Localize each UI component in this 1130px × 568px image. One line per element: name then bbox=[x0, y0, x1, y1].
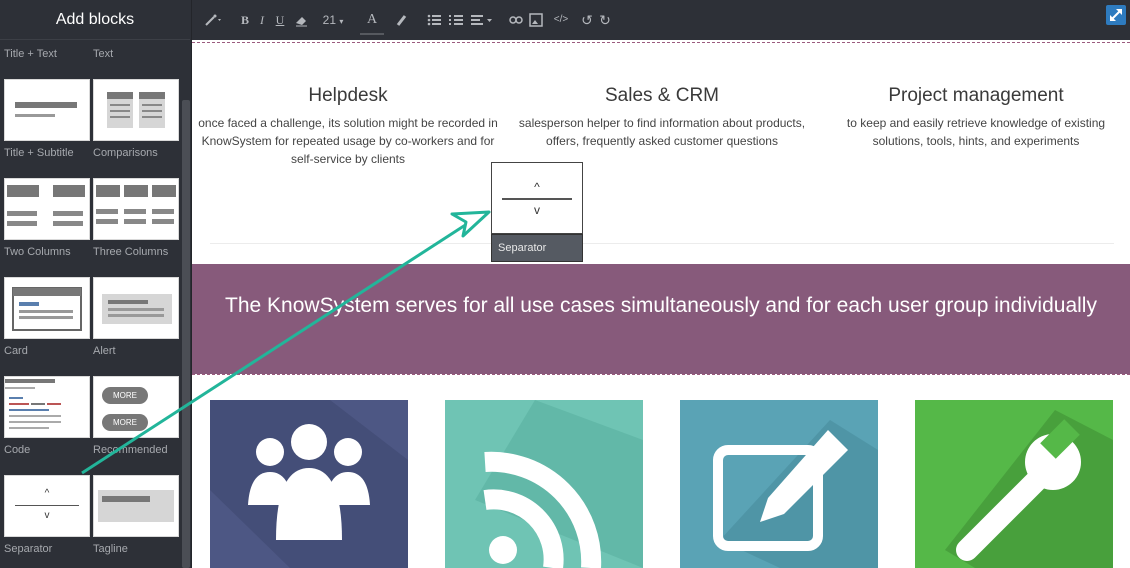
block-label-tagline: Tagline bbox=[93, 543, 128, 555]
editor-toolbar: B I U 21 ▾ A </> ↺ ↻ bbox=[192, 0, 1130, 40]
tagline-banner[interactable]: The KnowSystem serves for all use cases … bbox=[192, 264, 1130, 374]
feature-title[interactable]: Sales & CRM bbox=[512, 84, 812, 110]
block-alert[interactable] bbox=[93, 277, 179, 339]
image-icon[interactable] bbox=[528, 11, 544, 29]
eraser-icon[interactable] bbox=[293, 11, 309, 29]
more-button-preview: MORE bbox=[102, 414, 148, 431]
block-label-text: Text bbox=[93, 48, 114, 60]
feature-column: Helpdesk once faced a challenge, its sol… bbox=[198, 84, 498, 168]
separator-line bbox=[15, 505, 79, 506]
sidebar-scrollbar[interactable] bbox=[182, 100, 190, 568]
drop-zone-border bbox=[192, 42, 1130, 43]
expand-icon[interactable] bbox=[1106, 5, 1126, 25]
block-label-card: Card bbox=[4, 345, 28, 357]
feature-title[interactable]: Helpdesk bbox=[198, 84, 498, 110]
align-icon[interactable] bbox=[470, 11, 496, 29]
numbered-list-icon[interactable] bbox=[448, 11, 464, 29]
block-label-title-text: Title + Text bbox=[4, 48, 57, 60]
wrench-icon[interactable] bbox=[915, 400, 1113, 568]
paint-brush-icon[interactable] bbox=[394, 11, 410, 29]
drag-preview-thumbnail: ^ v bbox=[491, 162, 583, 234]
block-label-separator: Separator bbox=[4, 543, 53, 555]
rss-feed-icon[interactable] bbox=[445, 400, 643, 568]
separator-down-glyph: v bbox=[44, 510, 50, 521]
drop-zone-border bbox=[192, 374, 1130, 375]
code-icon[interactable]: </> bbox=[552, 11, 570, 29]
block-recommended[interactable]: MORE MORE bbox=[93, 376, 179, 438]
feature-title[interactable]: Project management bbox=[826, 84, 1126, 110]
magic-wand-icon[interactable] bbox=[200, 11, 226, 29]
bold-icon[interactable]: B bbox=[238, 11, 252, 29]
bullet-list-icon[interactable] bbox=[426, 11, 442, 29]
block-three-columns[interactable] bbox=[93, 178, 179, 240]
feature-column: Sales & CRM salesperson helper to find i… bbox=[512, 84, 812, 150]
separator-line bbox=[502, 198, 572, 200]
italic-icon[interactable]: I bbox=[255, 11, 269, 29]
more-button-preview: MORE bbox=[102, 387, 148, 404]
block-title-subtitle[interactable] bbox=[4, 79, 90, 141]
block-label-title-subtitle: Title + Subtitle bbox=[4, 147, 74, 159]
chevron-down-icon: ▾ bbox=[339, 17, 344, 26]
drag-preview-separator[interactable]: ^ v Separator bbox=[491, 162, 583, 262]
font-color-icon[interactable]: A bbox=[360, 11, 384, 35]
banner-text[interactable]: The KnowSystem serves for all use cases … bbox=[225, 294, 1097, 317]
link-icon[interactable] bbox=[508, 11, 524, 29]
undo-icon[interactable]: ↺ bbox=[580, 11, 594, 29]
block-code[interactable] bbox=[4, 376, 90, 438]
separator-down-glyph: v bbox=[534, 203, 540, 217]
feature-text[interactable]: salesperson helper to find information a… bbox=[512, 114, 812, 150]
separator-up-glyph: ^ bbox=[44, 488, 50, 499]
block-label-alert: Alert bbox=[93, 345, 116, 357]
block-card[interactable] bbox=[4, 277, 90, 339]
users-group-icon[interactable] bbox=[210, 400, 408, 568]
font-size-dropdown[interactable]: 21 ▾ bbox=[318, 11, 348, 29]
block-two-columns[interactable] bbox=[4, 178, 90, 240]
edit-pencil-icon[interactable] bbox=[680, 400, 878, 568]
block-label-recommended: Recommended bbox=[93, 444, 168, 456]
block-tagline[interactable] bbox=[93, 475, 179, 537]
block-label-code: Code bbox=[4, 444, 31, 456]
web-editor: Add blocks Title + Text Text Title + Sub… bbox=[0, 0, 1130, 568]
block-comparisons[interactable] bbox=[93, 79, 179, 141]
font-size-value: 21 bbox=[322, 13, 336, 27]
page-canvas: Helpdesk once faced a challenge, its sol… bbox=[192, 40, 1130, 568]
section-divider bbox=[210, 243, 1114, 244]
redo-icon[interactable]: ↻ bbox=[598, 11, 612, 29]
block-label-two-columns: Two Columns bbox=[4, 246, 71, 258]
feature-text[interactable]: to keep and easily retrieve knowledge of… bbox=[826, 114, 1126, 150]
drag-preview-label: Separator bbox=[491, 234, 583, 262]
block-label-comparisons: Comparisons bbox=[93, 147, 158, 159]
separator-up-glyph: ^ bbox=[534, 180, 540, 194]
sidebar-title: Add blocks bbox=[0, 0, 190, 40]
feature-text[interactable]: once faced a challenge, its solution mig… bbox=[198, 114, 498, 168]
add-blocks-sidebar: Add blocks Title + Text Text Title + Sub… bbox=[0, 0, 192, 568]
feature-column: Project management to keep and easily re… bbox=[826, 84, 1126, 150]
block-label-three-columns: Three Columns bbox=[93, 246, 169, 258]
block-separator[interactable]: ^ v bbox=[4, 475, 90, 537]
underline-icon[interactable]: U bbox=[273, 11, 287, 29]
